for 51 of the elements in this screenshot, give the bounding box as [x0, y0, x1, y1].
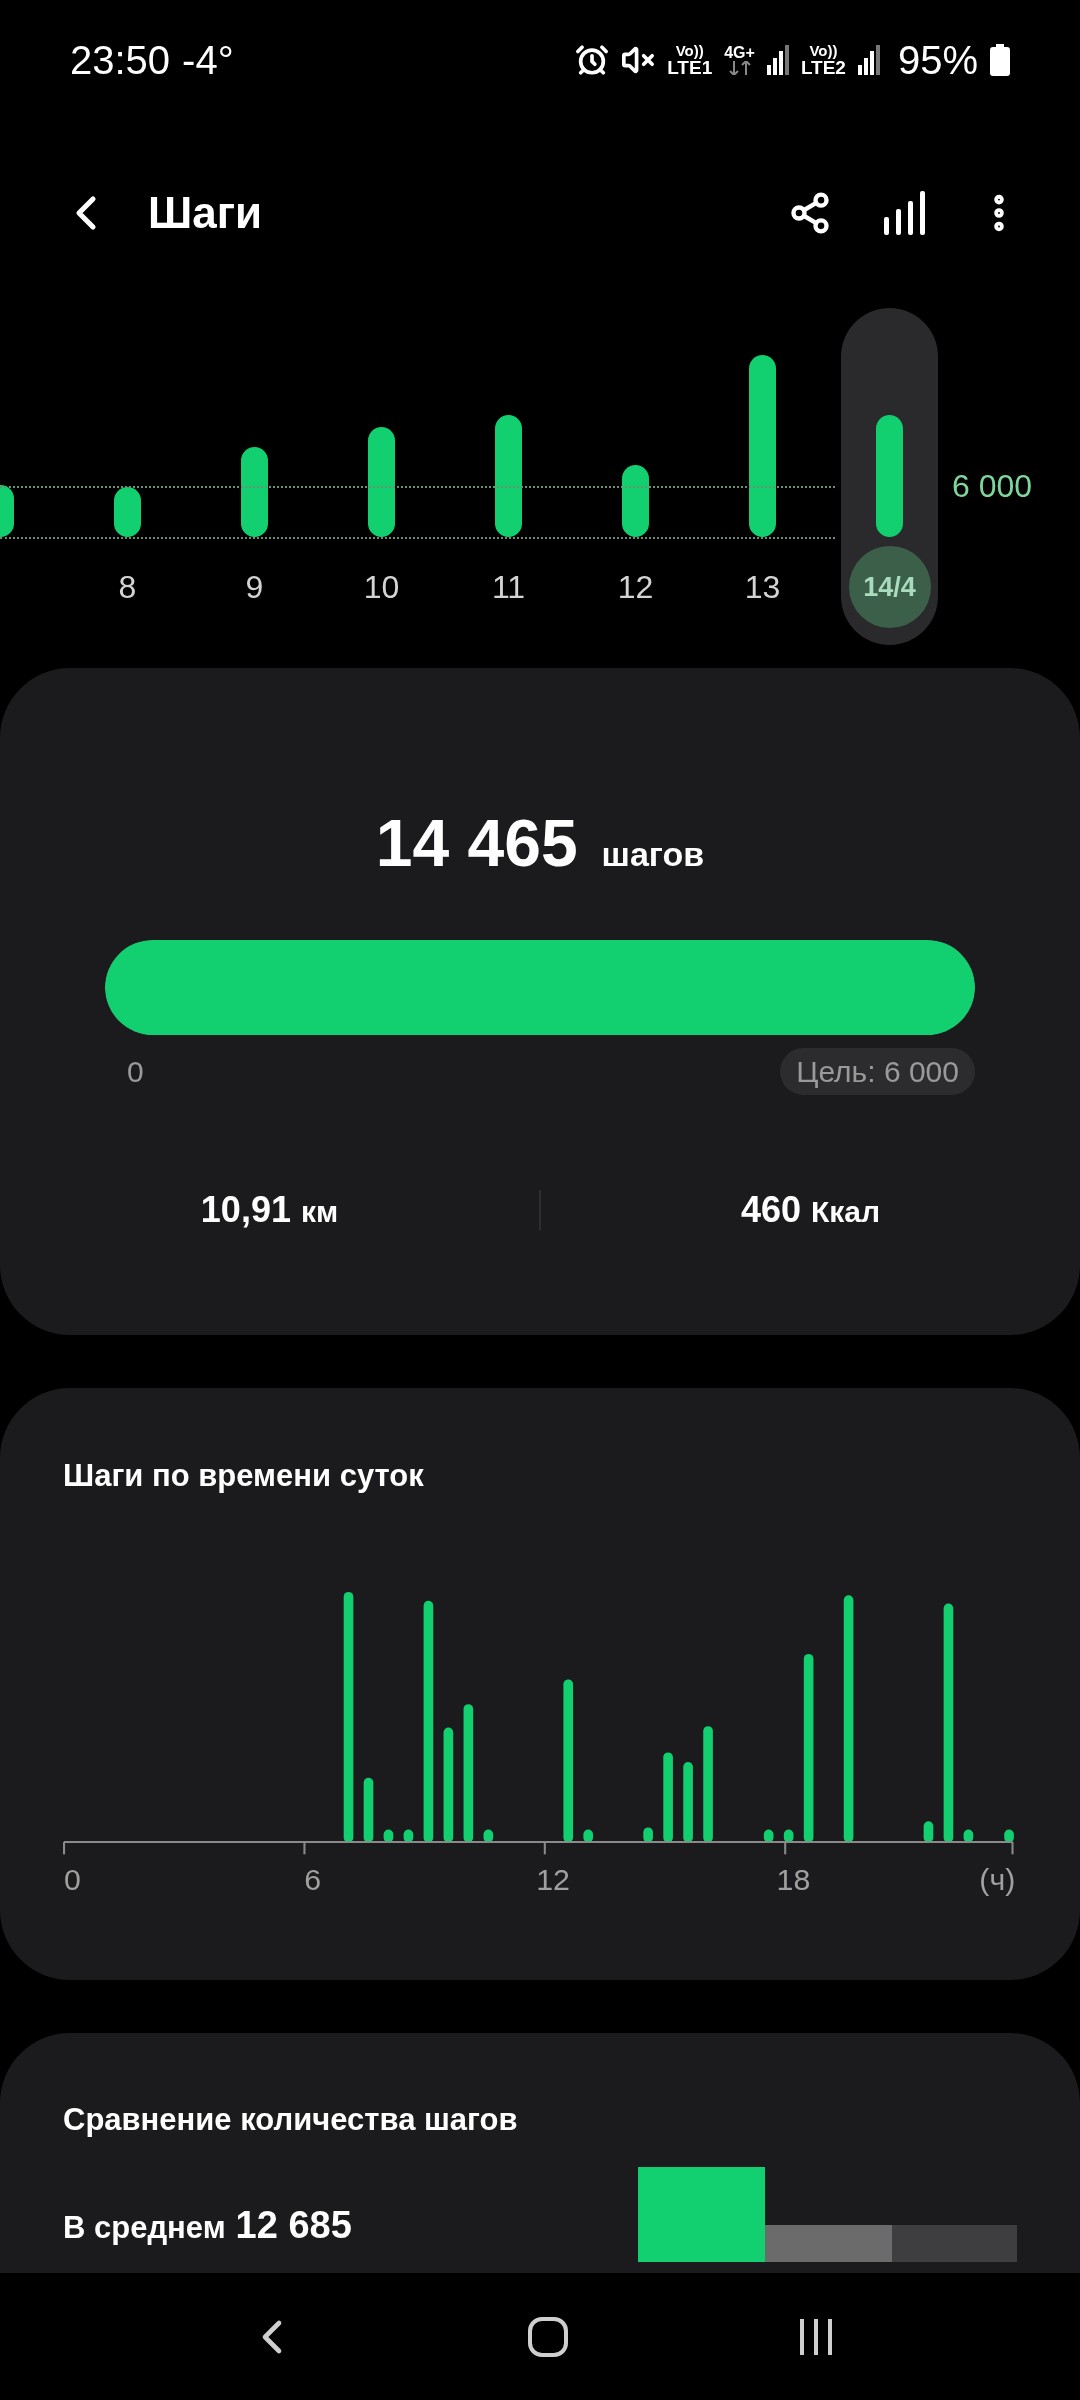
alarm-icon: [575, 43, 610, 77]
day-label: 13: [744, 568, 781, 607]
page-title: Шаги: [148, 186, 263, 239]
day-label: 14/4: [863, 570, 916, 604]
battery-icon: [990, 44, 1010, 76]
data-label: 4G+: [724, 45, 755, 61]
day-column[interactable]: 9: [206, 308, 303, 645]
axis-label: 18: [776, 1863, 811, 1897]
goal-chip: Цель: 6 000: [780, 1048, 975, 1095]
battery-percent: 95%: [897, 37, 978, 84]
stat-unit: км: [300, 1194, 339, 1230]
day-label: 8: [118, 568, 137, 607]
axis-label: 12: [536, 1863, 570, 1897]
network-label: LTE2: [800, 58, 846, 77]
bar-chart-icon[interactable]: [882, 190, 926, 235]
network-label: LTE1: [667, 58, 713, 77]
axis-label: 6: [304, 1863, 322, 1897]
temperature: -4°: [182, 37, 234, 84]
day-label: 12: [617, 568, 654, 607]
stat-value: 460: [740, 1188, 801, 1232]
volte-label: Vo)): [675, 43, 704, 58]
day-column[interactable]: 11: [460, 308, 557, 645]
day-column[interactable]: 8: [79, 308, 176, 645]
home-icon[interactable]: [527, 2315, 569, 2358]
axis-label: (ч): [979, 1863, 1016, 1897]
volte-label: Vo)): [809, 43, 838, 58]
progress-start: 0: [127, 1054, 144, 1090]
day-column[interactable]: 14/4: [841, 308, 938, 645]
day-label: 11: [491, 568, 526, 607]
step-count: 14 465: [375, 805, 578, 881]
day-column[interactable]: 10: [333, 308, 430, 645]
stat-value: 10,91: [200, 1188, 291, 1232]
goal-line-label: 6 000: [952, 468, 1033, 504]
day-label: 9: [245, 568, 264, 607]
stat-unit: Ккал: [811, 1194, 881, 1230]
axis-label: 0: [63, 1863, 81, 1897]
day-bar: [114, 487, 141, 537]
average-label: В среднем: [63, 2209, 226, 2247]
day-column[interactable]: 12: [587, 308, 684, 645]
data-arrows-icon: [727, 61, 752, 75]
average-value: 12 685: [235, 2203, 352, 2248]
share-icon[interactable]: [788, 190, 832, 235]
day-column[interactable]: 13: [714, 308, 811, 645]
day-bar: [622, 465, 649, 537]
step-unit: шагов: [601, 834, 705, 875]
signal-icon: [766, 45, 789, 75]
signal-icon: [857, 45, 880, 75]
card-title: Сравнение количества шагов: [63, 2101, 519, 2139]
status-time: 23:50: [70, 37, 171, 84]
day-label: 10: [363, 568, 400, 607]
card-title: Шаги по времени суток: [63, 1457, 425, 1495]
